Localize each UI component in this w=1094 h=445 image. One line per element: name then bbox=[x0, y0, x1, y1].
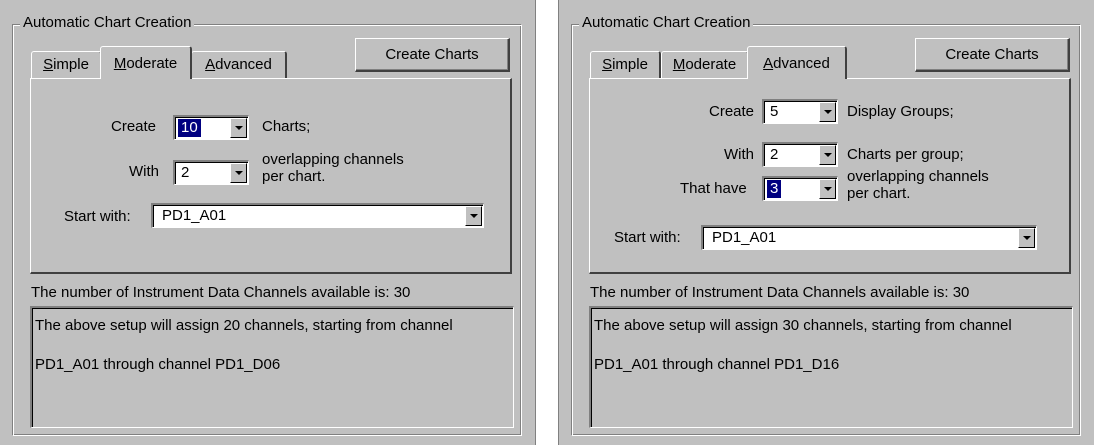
create-charts-button[interactable]: Create Charts bbox=[915, 38, 1070, 72]
start-channel-combo[interactable]: PD1_A01 bbox=[701, 225, 1037, 250]
overlap-count-value: 2 bbox=[181, 164, 190, 181]
summary-line-1: The above setup will assign 30 channels,… bbox=[594, 317, 1012, 334]
display-groups-label: Display Groups; bbox=[847, 103, 954, 120]
tab-advanced-label: Advanced bbox=[763, 55, 830, 72]
charts-per-group-label: Charts per group; bbox=[847, 146, 964, 163]
tab-simple-label: Simple bbox=[43, 56, 89, 73]
tab-simple[interactable]: Simple bbox=[590, 51, 661, 79]
group-title: Automatic Chart Creation bbox=[20, 14, 195, 32]
tab-simple[interactable]: Simple bbox=[31, 51, 102, 79]
start-with-label: Start with: bbox=[614, 229, 681, 246]
create-label: Create bbox=[709, 103, 755, 120]
channels-available-status: The number of Instrument Data Channels a… bbox=[31, 284, 411, 301]
overlap-label-line1: overlapping channels bbox=[262, 151, 404, 168]
charts-label: Charts; bbox=[262, 118, 311, 135]
chevron-down-icon[interactable] bbox=[819, 102, 836, 122]
chevron-down-icon[interactable] bbox=[819, 179, 836, 199]
summary-line-2: PD1_A01 through channel PD1_D06 bbox=[35, 356, 281, 373]
tab-moderate-label: Moderate bbox=[672, 56, 737, 73]
group-title: Automatic Chart Creation bbox=[579, 14, 754, 32]
summary-line-2: PD1_A01 through channel PD1_D16 bbox=[594, 356, 840, 373]
start-with-label: Start with: bbox=[64, 208, 131, 225]
channels-available-status: The number of Instrument Data Channels a… bbox=[590, 284, 970, 301]
chevron-down-icon[interactable] bbox=[465, 206, 482, 226]
overlap-label-line2: per chart. bbox=[847, 185, 911, 202]
summary-line-1: The above setup will assign 20 channels,… bbox=[35, 317, 453, 334]
chevron-down-icon[interactable] bbox=[1018, 228, 1035, 248]
overlap-label-line2: per chart. bbox=[262, 168, 326, 185]
overlap-count-value: 3 bbox=[767, 180, 782, 198]
tab-advanced[interactable]: Advanced bbox=[191, 51, 287, 79]
tab-advanced-label: Advanced bbox=[205, 56, 272, 73]
group-count-combo[interactable]: 5 bbox=[762, 99, 838, 124]
that-have-label: That have bbox=[680, 180, 747, 197]
create-charts-button[interactable]: Create Charts bbox=[355, 38, 510, 72]
tab-advanced[interactable]: Advanced bbox=[747, 46, 847, 79]
with-label: With bbox=[129, 163, 159, 180]
right-panel: Automatic Chart Creation Simple Moderate… bbox=[558, 0, 1094, 445]
chart-count-combo[interactable]: 10 bbox=[173, 115, 249, 140]
chevron-down-icon[interactable] bbox=[230, 163, 247, 183]
charts-per-group-value: 2 bbox=[770, 146, 779, 163]
group-count-value: 5 bbox=[770, 103, 779, 120]
chevron-down-icon[interactable] bbox=[230, 118, 247, 138]
with-label: With bbox=[724, 146, 754, 163]
tab-simple-label: Simple bbox=[602, 56, 648, 73]
create-label: Create bbox=[111, 118, 157, 135]
summary-textbox[interactable]: The above setup will assign 20 channels,… bbox=[30, 306, 514, 428]
tab-moderate[interactable]: Moderate bbox=[100, 46, 192, 79]
chart-count-value: 10 bbox=[178, 119, 201, 137]
charts-per-group-combo[interactable]: 2 bbox=[762, 142, 838, 167]
summary-textbox[interactable]: The above setup will assign 30 channels,… bbox=[589, 306, 1073, 428]
overlap-count-combo[interactable]: 3 bbox=[762, 176, 838, 201]
overlap-label-line1: overlapping channels bbox=[847, 168, 989, 185]
tab-moderate-label: Moderate bbox=[113, 55, 178, 72]
overlap-count-combo[interactable]: 2 bbox=[173, 160, 249, 185]
left-panel: Automatic Chart Creation Simple Moderate… bbox=[0, 0, 536, 445]
start-channel-combo[interactable]: PD1_A01 bbox=[151, 203, 484, 228]
chevron-down-icon[interactable] bbox=[819, 145, 836, 165]
start-channel-value: PD1_A01 bbox=[712, 229, 777, 246]
start-channel-value: PD1_A01 bbox=[162, 207, 227, 224]
tab-moderate[interactable]: Moderate bbox=[661, 51, 749, 79]
